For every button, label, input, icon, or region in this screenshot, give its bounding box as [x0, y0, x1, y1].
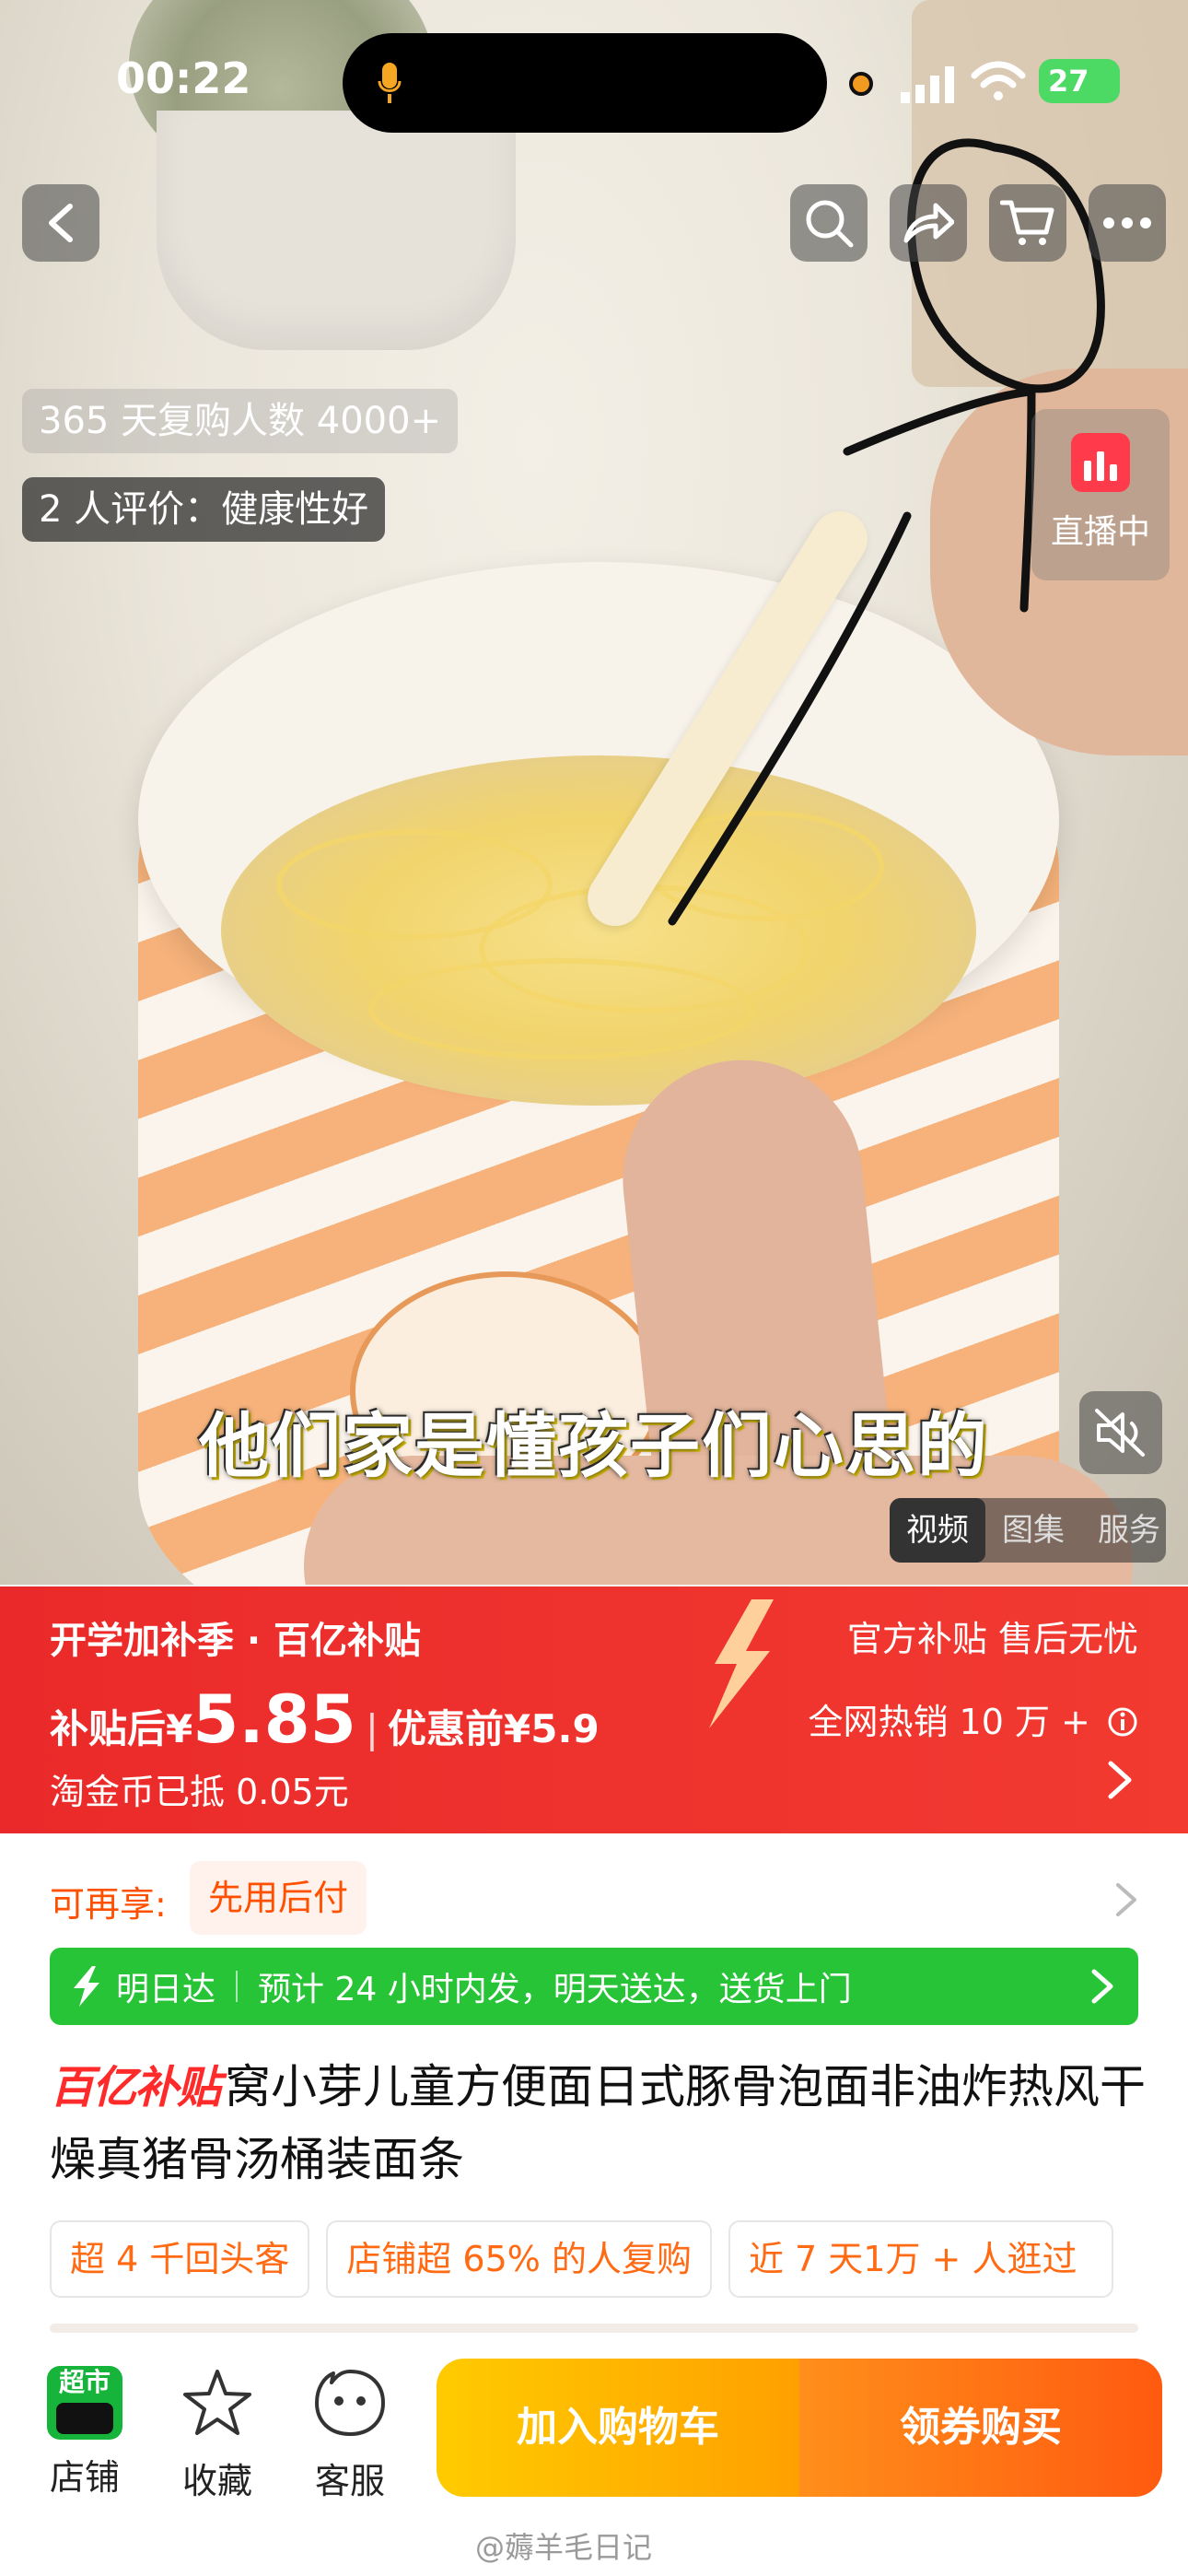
search-button[interactable]: [790, 184, 868, 262]
repurchase-tag: 365 天复购人数 4000+: [22, 389, 459, 453]
recording-dot-icon: [849, 72, 873, 96]
noodle-strand: [368, 958, 755, 1060]
promo-headline: 开学加补季 · 百亿补贴: [50, 1620, 422, 1662]
chip-store-repurchase[interactable]: 店铺超 65% 的人复购: [326, 2220, 712, 2298]
more-icon: [1103, 217, 1151, 228]
coin-deduction: 淘金币已抵 0.05元: [50, 1772, 349, 1812]
chip-recent-visits[interactable]: 近 7 天1万 + 人逛过: [728, 2220, 1113, 2298]
live-label: 直播中: [1050, 513, 1150, 551]
delivery-badge: 明日达: [116, 1971, 216, 2008]
mute-button[interactable]: [1079, 1391, 1162, 1474]
highlight-chips: 超 4 千回头客 店铺超 65% 的人复购 近 7 天1万 + 人逛过: [50, 2220, 1113, 2298]
video-subtitle: 他们家是懂孩子们心思的: [199, 1405, 989, 1487]
cart-icon: [1000, 200, 1054, 245]
customer-service-label: 客服: [314, 2461, 385, 2501]
buy-with-coupon-button[interactable]: 领券购买: [799, 2359, 1162, 2497]
tab-video[interactable]: 视频: [890, 1498, 985, 1563]
subsidy-banner[interactable]: 开学加补季 · 百亿补贴 官方补贴 售后无忧 补贴后¥5.85 | 优惠前¥5.9 …: [0, 1587, 1188, 1833]
search-icon: [806, 200, 854, 248]
pay-later-chip[interactable]: 先用后付: [190, 1861, 367, 1935]
price-value: 5.85: [192, 1680, 356, 1758]
chat-face-icon: [315, 2370, 385, 2436]
share-icon: [903, 203, 954, 243]
add-to-cart-button[interactable]: 加入购物车: [437, 2359, 799, 2497]
promo-perks: 官方补贴 售后无忧: [846, 1619, 1138, 1659]
chevron-right-icon[interactable]: [1114, 1881, 1138, 1918]
product-media[interactable]: 00:22 27 365 天复购人数 4000+ 2 人评价：健康性好 直播中 …: [0, 0, 1188, 1585]
media-tabs: 视频 图集 服务: [890, 1498, 1166, 1563]
chevron-right-icon[interactable]: [1101, 1760, 1138, 1800]
price-before: 优惠前¥5.9: [388, 1706, 600, 1751]
subsidy-badge: 百亿补贴: [50, 2062, 221, 2113]
chevron-right-icon: [1091, 1969, 1113, 2004]
chevron-left-icon: [49, 204, 73, 242]
signal-icon: [901, 66, 954, 103]
lightning-icon: [709, 1599, 774, 1728]
live-icon: [1071, 433, 1130, 492]
supermarket-badge: 超市: [58, 2367, 111, 2397]
delivery-banner[interactable]: 明日达 预计 24 小时内发，明天送达，送货上门: [50, 1948, 1138, 2025]
tmall-cat-icon: [56, 2403, 113, 2434]
watermark: @薅羊毛日记: [475, 2530, 653, 2565]
delivery-text: 预计 24 小时内发，明天送达，送货上门: [258, 1971, 852, 2008]
customer-service-button[interactable]: 客服: [295, 2366, 405, 2503]
section-divider: [50, 2324, 1138, 2333]
favorite-button[interactable]: 收藏: [162, 2366, 273, 2503]
lightning-icon: [74, 1966, 99, 2007]
price-block: 补贴后¥5.85 | 优惠前¥5.9: [50, 1680, 600, 1758]
review-tag[interactable]: 2 人评价：健康性好: [22, 477, 386, 542]
sales-info[interactable]: 全网热销 10 万 +: [808, 1693, 1138, 1744]
wifi-icon: [971, 61, 1026, 100]
shop-button[interactable]: 超市 店铺: [29, 2366, 140, 2500]
sales-text: 全网热销 10 万 +: [808, 1702, 1090, 1742]
tab-gallery[interactable]: 图集: [985, 1498, 1081, 1563]
background-vase: [157, 111, 516, 350]
more-button[interactable]: [1089, 184, 1166, 262]
price-prefix: 补贴后¥: [50, 1706, 193, 1751]
info-icon: [1108, 1707, 1137, 1737]
microphone-icon: [378, 63, 402, 103]
product-title: 百亿补贴 窝小芽儿童方便面日式豚骨泡面非油炸热风干燥真猪骨汤桶装面条: [50, 2051, 1155, 2195]
dynamic-island: [343, 33, 827, 133]
divider: [236, 1971, 239, 2002]
shop-label: 店铺: [49, 2457, 120, 2498]
cart-button[interactable]: [989, 184, 1066, 262]
share-button[interactable]: [890, 184, 967, 262]
live-stream-button[interactable]: 直播中: [1031, 409, 1170, 580]
favorite-label: 收藏: [181, 2461, 252, 2501]
supermarket-icon: 超市: [47, 2366, 122, 2440]
star-icon: [183, 2370, 251, 2435]
speaker-muted-icon: [1095, 1409, 1145, 1457]
status-time: 00:22: [116, 53, 251, 103]
price-separator: |: [365, 1706, 379, 1751]
tab-service[interactable]: 服务: [1081, 1498, 1166, 1563]
back-button[interactable]: [22, 184, 99, 262]
battery-indicator: 27: [1039, 59, 1120, 103]
chip-repeat-customers[interactable]: 超 4 千回头客: [50, 2220, 310, 2298]
also-enjoy-label: 可再享:: [50, 1884, 167, 1925]
